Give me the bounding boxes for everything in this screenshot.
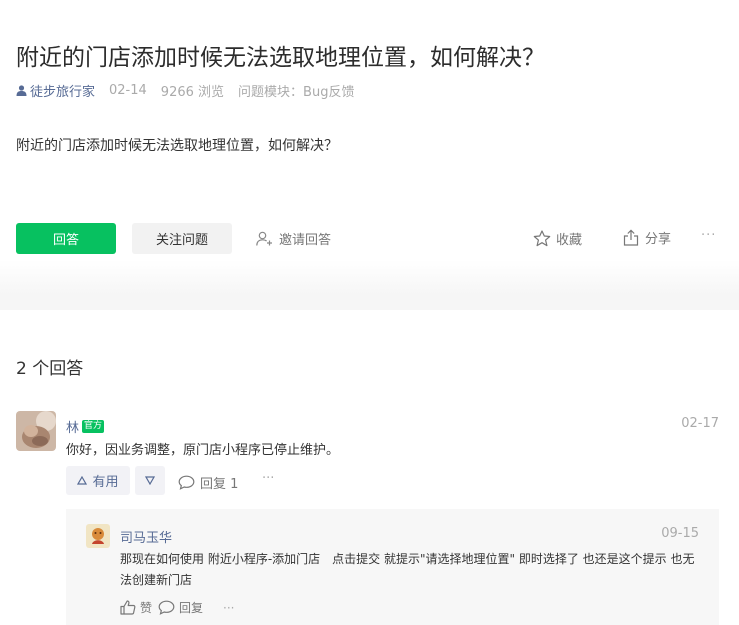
not-useful-button[interactable]: [135, 466, 165, 495]
invite-answer-label: 邀请回答: [279, 233, 332, 248]
sub-reply-actions: 赞 回复 ···: [120, 599, 234, 616]
share-button[interactable]: 分享: [623, 228, 671, 247]
sub-reply-date: 09-15: [661, 526, 699, 541]
sub-reply-panel: 司马玉华 09-15 那现在如何使用 附近小程序-添加门店 点击提交 就提示"请…: [66, 509, 719, 625]
sub-reply-button[interactable]: 回复: [158, 599, 203, 616]
answer-reply-button[interactable]: 回复 1: [178, 473, 238, 492]
comment-icon: [178, 475, 195, 490]
section-divider: [0, 260, 739, 310]
answer-reply-label: 回复 1: [200, 477, 239, 492]
like-button[interactable]: 赞: [120, 599, 152, 616]
question-author-name: 徒步旅行家: [30, 85, 96, 100]
follow-question-button[interactable]: 关注问题: [132, 223, 232, 254]
question-title: 附近的门店添加时候无法选取地理位置，如何解决？: [16, 45, 545, 71]
question-more-button[interactable]: ···: [701, 228, 716, 243]
triangle-down-icon: [145, 476, 155, 485]
sub-reply-author[interactable]: 司马玉华: [120, 527, 172, 546]
answer-author-name: 林: [66, 421, 80, 436]
sub-reply-label: 回复: [179, 601, 204, 615]
sub-reply-more-button[interactable]: ···: [223, 601, 234, 615]
answer-button[interactable]: 回答: [16, 223, 116, 254]
share-label: 分享: [645, 232, 672, 247]
triangle-up-icon: [77, 476, 88, 485]
collect-label: 收藏: [556, 233, 583, 248]
question-module-label: 问题模块：: [238, 85, 304, 100]
answer-more-button[interactable]: ···: [262, 471, 274, 486]
question-module-value[interactable]: Bug反馈: [303, 85, 354, 100]
user-icon: [16, 85, 27, 96]
sub-reply-avatar[interactable]: [86, 524, 110, 548]
answers-count-header: 2 个回答: [16, 359, 84, 379]
thumbs-up-icon: [120, 600, 136, 615]
question-meta: 徒步旅行家 02-14 9266 浏览 问题模块：Bug反馈: [16, 81, 354, 100]
answer-date: 02-17: [681, 416, 719, 431]
answer-text: 你好，因业务调整，原门店小程序已停止维护。: [66, 443, 340, 458]
invite-answer-button[interactable]: 邀请回答: [256, 229, 331, 248]
question-body: 附近的门店添加时候无法选取地理位置，如何解决？: [16, 138, 338, 154]
answer-author[interactable]: 林 官方: [66, 417, 105, 436]
add-user-icon: [256, 231, 272, 246]
comment-icon: [158, 600, 175, 615]
question-author[interactable]: 徒步旅行家: [16, 81, 95, 100]
useful-button[interactable]: 有用: [66, 466, 130, 495]
collect-button[interactable]: 收藏: [533, 229, 582, 248]
share-icon: [623, 229, 639, 246]
star-icon: [533, 230, 551, 247]
question-date: 02-14: [109, 83, 147, 98]
question-module: 问题模块：Bug反馈: [238, 81, 354, 100]
sub-reply-text: 那现在如何使用 附近小程序-添加门店 点击提交 就提示"请选择地理位置" 即时选…: [120, 552, 695, 587]
useful-label: 有用: [92, 475, 119, 490]
official-badge: 官方: [82, 420, 105, 433]
answer-author-avatar[interactable]: [16, 411, 56, 451]
like-label: 赞: [140, 601, 153, 615]
question-views: 9266 浏览: [160, 85, 225, 100]
